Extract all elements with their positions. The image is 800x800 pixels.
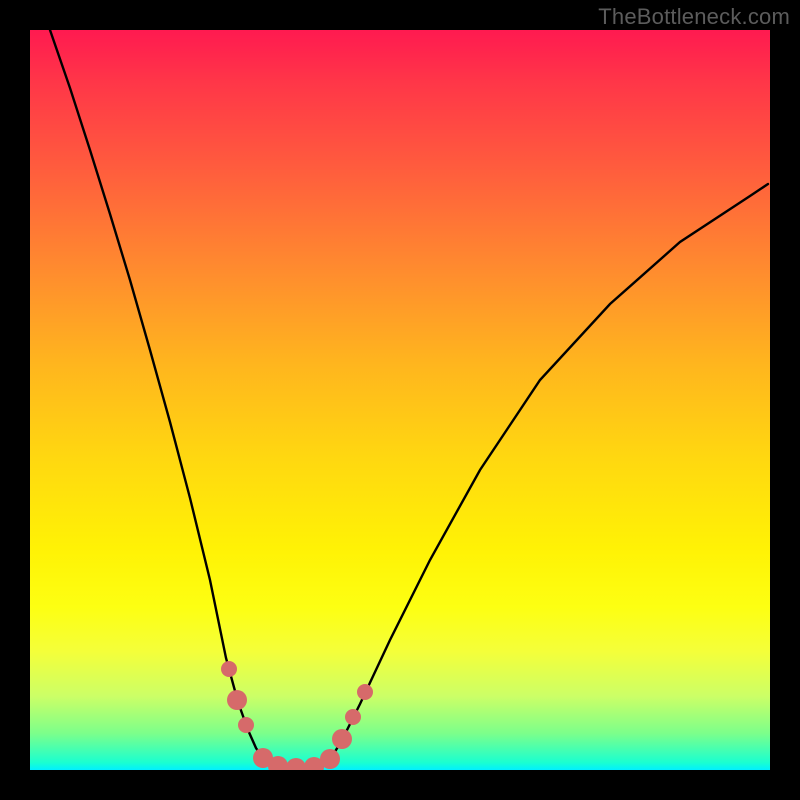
data-marker <box>320 749 340 769</box>
data-marker <box>238 717 254 733</box>
data-marker <box>332 729 352 749</box>
data-marker <box>221 661 237 677</box>
watermark-text: TheBottleneck.com <box>598 4 790 30</box>
bottleneck-curve <box>50 30 768 769</box>
data-marker <box>286 758 306 770</box>
chart-curve <box>50 30 768 769</box>
data-marker <box>345 709 361 725</box>
chart-frame: TheBottleneck.com <box>0 0 800 800</box>
chart-plot-area <box>30 30 770 770</box>
data-marker <box>227 690 247 710</box>
chart-svg <box>30 30 770 770</box>
data-marker <box>357 684 373 700</box>
